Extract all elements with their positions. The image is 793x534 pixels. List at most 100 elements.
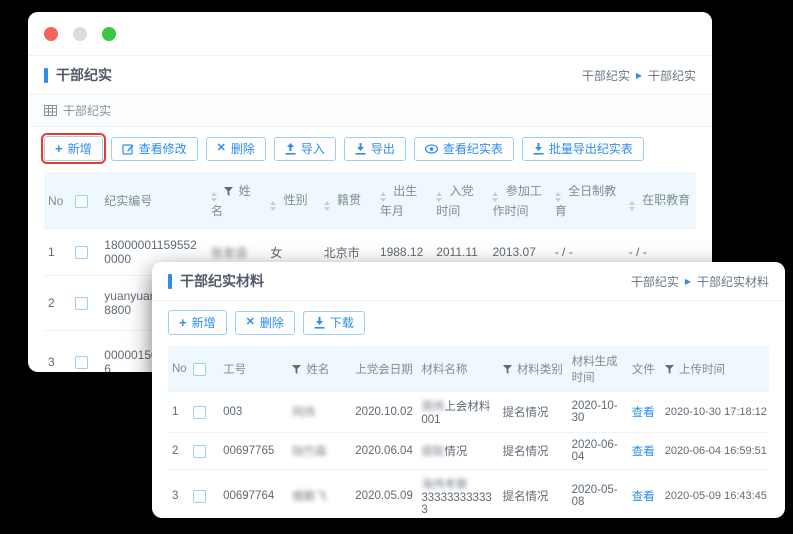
column-header[interactable]: 出生年月 bbox=[376, 172, 432, 229]
front-panel-header: 干部纪实材料 干部纪实 ▶ 干部纪实材料 bbox=[152, 262, 785, 301]
column-label: 全日制教育 bbox=[555, 184, 616, 218]
close-window-button[interactable] bbox=[44, 27, 58, 41]
view-file-link[interactable]: 查看 bbox=[632, 407, 655, 419]
column-header[interactable]: No bbox=[44, 172, 71, 229]
column-header[interactable]: 上党会日期 bbox=[351, 346, 417, 392]
column-label: 材料生成时间 bbox=[572, 356, 618, 384]
maximize-window-button[interactable] bbox=[102, 27, 116, 41]
material-name-redacted: 海伟考察 bbox=[421, 479, 467, 491]
column-header[interactable]: 上传时间 bbox=[661, 346, 769, 392]
breadcrumb-current: 干部纪实 bbox=[648, 67, 696, 84]
material-category-cell: 提名情况 bbox=[499, 433, 568, 470]
column-header[interactable]: 文件 bbox=[628, 346, 661, 392]
import-button[interactable]: 导入 bbox=[274, 137, 336, 161]
column-header[interactable]: 在职教育 bbox=[625, 172, 696, 229]
back-table-header-row: No 纪实编号 bbox=[44, 172, 696, 229]
subheader-label: 干部纪实 bbox=[63, 102, 111, 119]
sort-icon[interactable] bbox=[555, 192, 561, 202]
filter-icon[interactable] bbox=[503, 365, 512, 374]
view-file-link[interactable]: 查看 bbox=[632, 446, 655, 458]
title-accent-bar bbox=[168, 274, 172, 289]
table-row[interactable]: 2 00697765 陆竹森 2020.06.04 提取情况 提名情况 2020… bbox=[168, 433, 769, 470]
breadcrumb: 干部纪实 ▶ 干部纪实材料 bbox=[631, 273, 769, 290]
back-toolbar: + 新增 查看修改 ✕ 删除 导入 导出 bbox=[28, 127, 712, 168]
column-header[interactable]: 姓名 bbox=[207, 172, 266, 229]
name-cell-redacted: 陆竹森 bbox=[292, 446, 327, 458]
view-edit-button[interactable]: 查看修改 bbox=[111, 137, 198, 161]
select-all-checkbox[interactable] bbox=[75, 195, 88, 208]
row-number: 2 bbox=[44, 276, 71, 331]
sort-icon[interactable] bbox=[270, 201, 276, 211]
column-header[interactable]: 材料生成时间 bbox=[568, 346, 628, 392]
sort-icon[interactable] bbox=[436, 192, 442, 202]
row-checkbox[interactable] bbox=[75, 246, 88, 259]
breadcrumb-root[interactable]: 干部纪实 bbox=[631, 273, 679, 290]
sort-icon[interactable] bbox=[380, 192, 386, 202]
column-label: 文件 bbox=[632, 364, 655, 376]
column-header[interactable]: 全日制教育 bbox=[551, 172, 625, 229]
breadcrumb-root[interactable]: 干部纪实 bbox=[582, 67, 630, 84]
front-toolbar: + 新增 ✕ 删除 下载 bbox=[152, 301, 785, 342]
material-name-cell: 周炜上会材料001 bbox=[417, 392, 498, 433]
row-checkbox[interactable] bbox=[193, 445, 206, 458]
view-record-sheet-button[interactable]: 查看纪实表 bbox=[414, 137, 514, 161]
employee-id-cell: 003 bbox=[219, 392, 288, 433]
filter-icon[interactable] bbox=[292, 365, 301, 374]
batch-export-record-sheet-button[interactable]: 批量导出纪实表 bbox=[522, 137, 644, 161]
meeting-date-cell: 2020.10.02 bbox=[351, 392, 417, 433]
delete-button[interactable]: ✕ 删除 bbox=[235, 311, 295, 335]
column-header[interactable]: 姓名 bbox=[288, 346, 351, 392]
delete-button[interactable]: ✕ 删除 bbox=[206, 137, 266, 161]
row-number: 1 bbox=[168, 392, 189, 433]
column-header[interactable]: 材料名称 bbox=[417, 346, 498, 392]
export-button[interactable]: 导出 bbox=[344, 137, 406, 161]
filter-icon[interactable] bbox=[224, 187, 233, 196]
column-label: 上党会日期 bbox=[355, 364, 413, 376]
column-header[interactable] bbox=[189, 346, 219, 392]
row-checkbox[interactable] bbox=[75, 356, 88, 369]
column-label: No bbox=[172, 363, 187, 375]
plus-icon: + bbox=[179, 316, 187, 329]
sort-icon[interactable] bbox=[211, 192, 217, 202]
column-label: 性别 bbox=[284, 193, 308, 207]
window-titlebar bbox=[28, 12, 712, 56]
download-icon bbox=[355, 143, 366, 155]
minimize-window-button[interactable] bbox=[73, 27, 87, 41]
column-header[interactable]: No bbox=[168, 346, 189, 392]
column-header[interactable]: 纪实编号 bbox=[100, 172, 207, 229]
row-checkbox[interactable] bbox=[193, 490, 206, 503]
sort-icon[interactable] bbox=[492, 192, 498, 202]
title-accent-bar bbox=[44, 68, 48, 83]
generated-date-cell: 2020-05-08 bbox=[568, 470, 628, 519]
column-header[interactable]: 入党时间 bbox=[432, 172, 488, 229]
row-checkbox[interactable] bbox=[75, 297, 88, 310]
row-checkbox[interactable] bbox=[193, 406, 206, 419]
material-name-redacted: 周炜 bbox=[421, 401, 444, 413]
breadcrumb: 干部纪实 ▶ 干部纪实 bbox=[582, 67, 696, 84]
column-header[interactable]: 工号 bbox=[219, 346, 288, 392]
column-header[interactable]: 材料类别 bbox=[499, 346, 568, 392]
column-label: 纪实编号 bbox=[104, 194, 152, 208]
view-file-link[interactable]: 查看 bbox=[632, 491, 655, 503]
column-label: 上传时间 bbox=[679, 364, 725, 376]
sort-icon[interactable] bbox=[629, 201, 635, 211]
column-header[interactable]: 参加工作时间 bbox=[488, 172, 550, 229]
material-category-cell: 提名情况 bbox=[499, 392, 568, 433]
download-icon bbox=[314, 317, 325, 329]
filter-icon[interactable] bbox=[665, 365, 674, 374]
breadcrumb-arrow-icon: ▶ bbox=[685, 277, 691, 286]
sort-icon[interactable] bbox=[324, 201, 330, 211]
column-header[interactable] bbox=[71, 172, 101, 229]
generated-date-cell: 2020-10-30 bbox=[568, 392, 628, 433]
page-title: 干部纪实 bbox=[56, 65, 112, 85]
table-row[interactable]: 3 00697764 楼鹏飞 2020.05.09 海伟考察3333333333… bbox=[168, 470, 769, 519]
download-button[interactable]: 下载 bbox=[303, 311, 365, 335]
column-header[interactable]: 性别 bbox=[266, 172, 319, 229]
add-button[interactable]: + 新增 bbox=[168, 310, 227, 335]
add-button[interactable]: + 新增 bbox=[44, 136, 103, 161]
download-icon bbox=[533, 143, 544, 155]
select-all-checkbox[interactable] bbox=[193, 363, 206, 376]
column-header[interactable]: 籍贯 bbox=[320, 172, 376, 229]
table-row[interactable]: 1 003 阿炜 2020.10.02 周炜上会材料001 提名情况 2020-… bbox=[168, 392, 769, 433]
upload-time-cell: 2020-10-30 17:18:12 bbox=[661, 392, 769, 433]
